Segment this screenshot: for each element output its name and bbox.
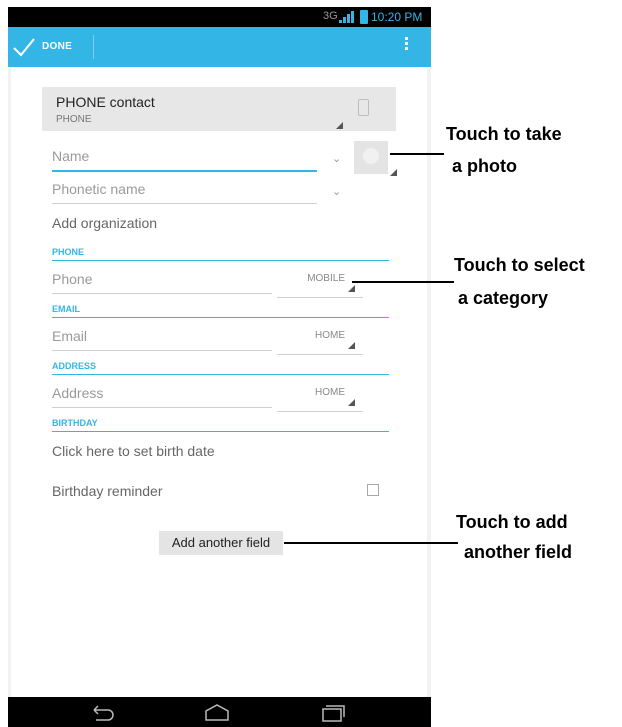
contact-photo-icon[interactable] [354, 141, 397, 176]
phonetic-name-field[interactable]: Phonetic name [52, 181, 317, 207]
dropdown-triangle-icon [336, 122, 343, 129]
photo-callout-line [390, 153, 444, 155]
add-organization-link[interactable]: Add organization [52, 215, 157, 231]
phone-type-spinner[interactable]: MOBILE [277, 273, 363, 299]
birthday-section-line [52, 431, 389, 432]
email-field[interactable]: Email [52, 328, 272, 354]
category-callout-line2: a category [458, 288, 549, 308]
email-placeholder: Email [52, 328, 88, 344]
email-type-spinner[interactable]: HOME [277, 330, 363, 356]
phone-field[interactable]: Phone [52, 271, 272, 297]
email-underline [52, 350, 272, 351]
email-type-label: HOME [315, 330, 345, 341]
set-birth-date-link[interactable]: Click here to set birth date [52, 443, 215, 459]
navigation-bar [8, 697, 431, 727]
phone-screen: 3G 10:20 PM DONE PHONE contact PHONE Nam… [8, 7, 431, 727]
email-type-dropdown-icon [348, 342, 355, 349]
action-bar: DONE [8, 27, 431, 67]
home-icon[interactable] [202, 702, 232, 724]
category-callout-line [352, 281, 454, 283]
overflow-menu-icon[interactable] [404, 37, 410, 57]
email-section-line [52, 317, 389, 318]
signal-icon [339, 11, 354, 23]
address-type-spinner[interactable]: HOME [277, 387, 363, 413]
done-label: DONE [42, 41, 73, 52]
phone-icon [358, 99, 369, 116]
done-button[interactable]: DONE [8, 27, 94, 67]
back-icon[interactable] [88, 702, 118, 724]
photo-callout-line2: a photo [452, 156, 517, 176]
address-placeholder: Address [52, 385, 104, 401]
recent-apps-icon[interactable] [318, 702, 348, 724]
birthday-reminder-label: Birthday reminder [52, 483, 163, 499]
phone-type-dropdown-icon [348, 285, 355, 292]
phone-section-header: PHONE [52, 247, 85, 257]
email-section-header: EMAIL [52, 304, 80, 314]
add-field-callout-line2: another field [464, 542, 573, 562]
phone-placeholder: Phone [52, 271, 93, 287]
phone-section-line [52, 260, 389, 261]
phone-type-label: MOBILE [307, 273, 345, 284]
add-another-field-button[interactable]: Add another field [159, 531, 283, 555]
add-field-callout-line1: Touch to add [456, 512, 568, 532]
photo-callout-line1: Touch to take [446, 124, 562, 144]
phone-underline [52, 293, 272, 294]
address-underline [52, 407, 272, 408]
network-type: 3G [323, 10, 338, 22]
add-field-callout-line [284, 542, 458, 544]
address-type-dropdown-icon [348, 399, 355, 406]
address-section-header: ADDRESS [52, 361, 97, 371]
name-field[interactable]: Name [52, 148, 317, 174]
edit-contact-form: PHONE contact PHONE Name ⌄ Phonetic name… [11, 67, 427, 701]
category-callout-line1: Touch to select [454, 255, 585, 275]
address-field[interactable]: Address [52, 385, 272, 411]
phonetic-underline [52, 203, 317, 204]
phonetic-placeholder: Phonetic name [52, 181, 146, 197]
clock: 10:20 PM [371, 10, 423, 24]
account-type: PHONE [56, 114, 92, 125]
battery-icon [360, 10, 368, 24]
expand-phonetic-icon[interactable]: ⌄ [332, 185, 341, 198]
name-underline [52, 170, 317, 172]
expand-name-icon[interactable]: ⌄ [332, 152, 341, 165]
checkmark-icon [13, 38, 35, 57]
status-bar: 3G 10:20 PM [8, 7, 431, 27]
action-bar-divider [93, 35, 94, 59]
photo-dropdown-icon [390, 169, 397, 176]
name-placeholder: Name [52, 148, 90, 164]
address-section-line [52, 374, 389, 375]
birthday-section-header: BIRTHDAY [52, 418, 98, 428]
address-type-label: HOME [315, 387, 345, 398]
birthday-reminder-checkbox[interactable] [367, 484, 379, 496]
account-selector[interactable]: PHONE contact PHONE [42, 87, 396, 131]
account-name: PHONE contact [56, 94, 155, 110]
